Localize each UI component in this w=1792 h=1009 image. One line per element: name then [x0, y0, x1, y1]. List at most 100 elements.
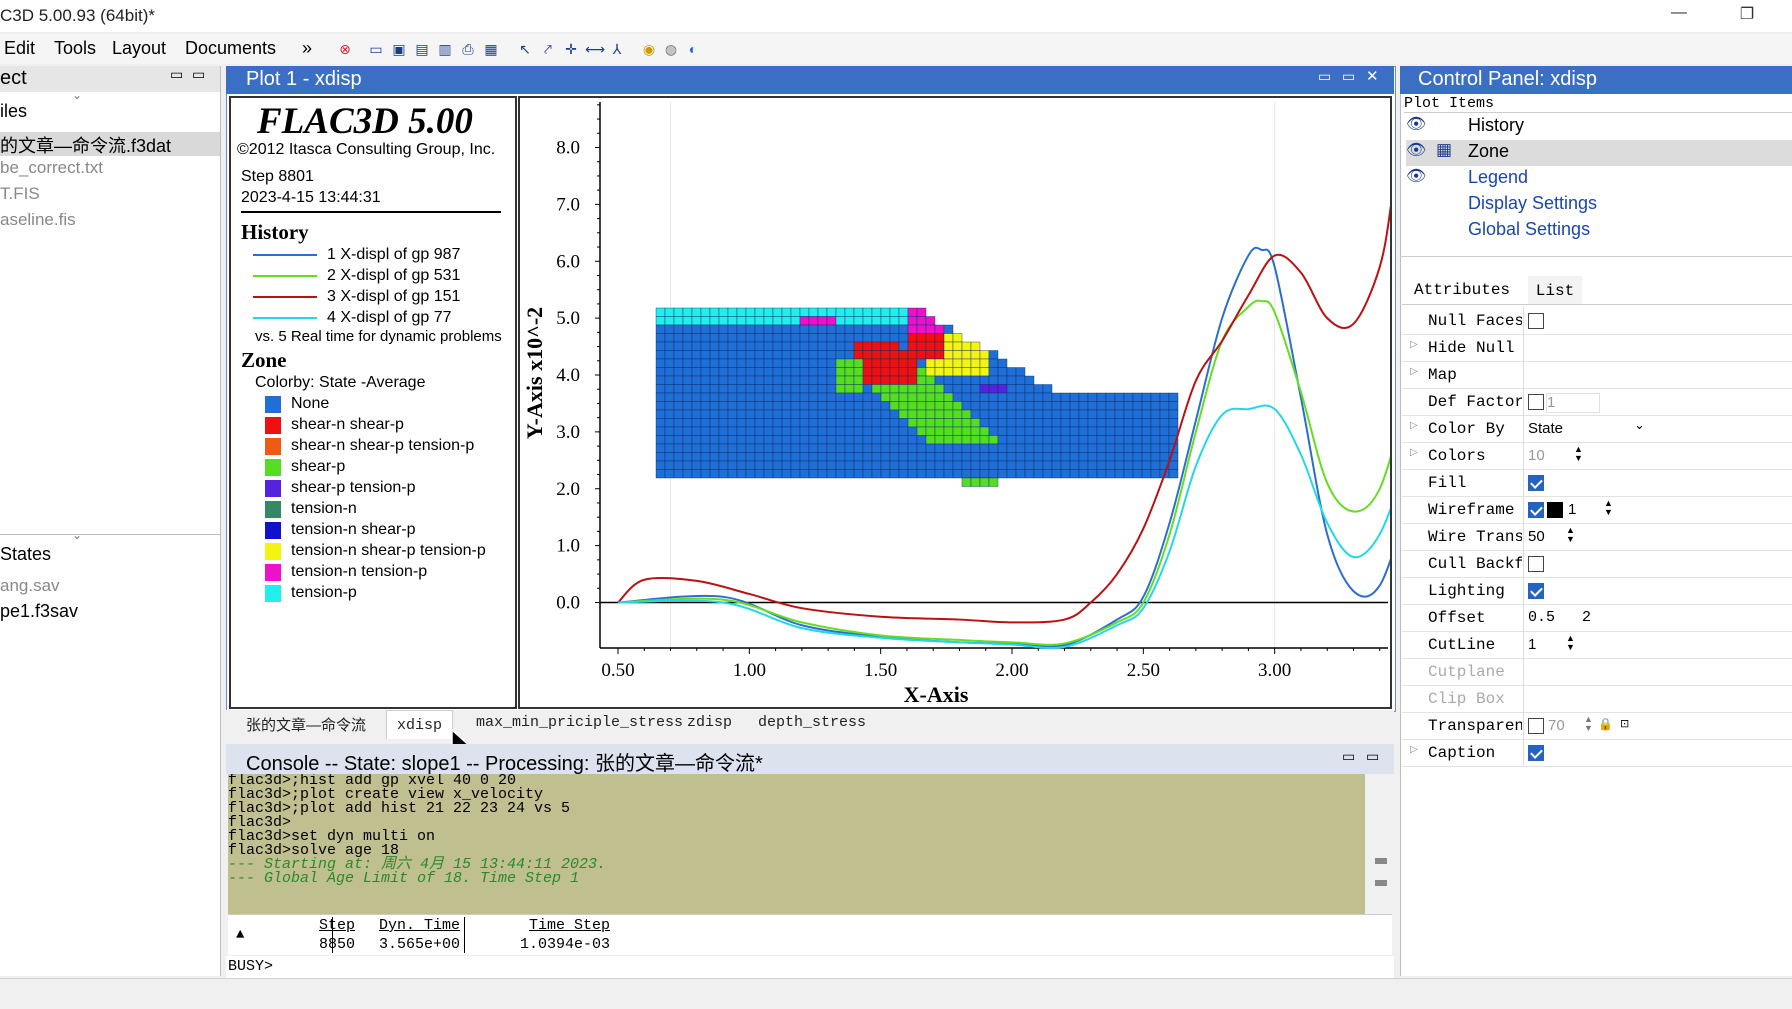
attr-checkbox[interactable] — [1528, 502, 1544, 518]
collapse-chevron-icon[interactable]: ⌄ — [72, 528, 82, 542]
eye-icon[interactable]: 👁 — [1406, 114, 1426, 134]
plot-item-zone[interactable]: 👁 ▦ Zone — [1406, 140, 1792, 166]
tab-script[interactable]: 张的文章—命令流 — [246, 714, 366, 735]
menu-overflow[interactable]: » — [302, 38, 312, 59]
attr-checkbox[interactable] — [1528, 394, 1544, 410]
menu-documents[interactable]: Documents — [185, 38, 276, 59]
minimize-icon[interactable]: ▭ — [170, 66, 183, 83]
minimize-button[interactable]: — — [1664, 4, 1694, 26]
axes-icon[interactable]: ⅄ — [608, 40, 626, 58]
menu-tools[interactable]: Tools — [54, 38, 96, 59]
attr-value[interactable]: 1 — [1546, 393, 1600, 413]
attr-value[interactable]: 70 — [1548, 717, 1565, 734]
tab-stress[interactable]: max_min_priciple_stress — [476, 714, 683, 731]
file-item[interactable]: aseline.fis — [0, 210, 76, 230]
row-divider — [1402, 388, 1792, 389]
collapse-up-icon[interactable]: ▲ — [236, 927, 244, 943]
menu-layout[interactable]: Layout — [112, 38, 166, 59]
menu-edit[interactable]: Edit — [4, 38, 35, 59]
print-icon[interactable]: ⎙ — [459, 40, 477, 58]
collapse-chevron-icon[interactable]: ⌄ — [72, 88, 82, 102]
minimize-icon[interactable]: ▭ — [1342, 748, 1355, 765]
plot-item-history[interactable]: 👁 History — [1406, 114, 1792, 140]
tab-list[interactable]: List — [1528, 276, 1582, 304]
tab-attributes[interactable]: Attributes — [1414, 281, 1510, 299]
light-icon[interactable]: ◉ — [640, 40, 658, 58]
command-prompt[interactable]: BUSY> — [226, 956, 1394, 978]
state-item[interactable]: pe1.f3sav — [0, 601, 78, 622]
attr-checkbox[interactable] — [1528, 583, 1544, 599]
plot-item-legend[interactable]: 👁 Legend — [1406, 166, 1792, 192]
attr-checkbox[interactable] — [1528, 556, 1544, 572]
attr-checkbox[interactable] — [1528, 718, 1544, 734]
zone-cell — [718, 341, 729, 351]
wire-color-swatch[interactable] — [1547, 502, 1563, 518]
row-divider — [1402, 550, 1792, 551]
maximize-icon[interactable]: ▭ — [1342, 68, 1355, 85]
pick-icon[interactable]: ⤤ — [539, 40, 557, 58]
console-scrollbar[interactable] — [1365, 774, 1392, 914]
close-icon[interactable]: ✕ — [1366, 67, 1379, 85]
layout-2-icon[interactable]: ▣ — [390, 40, 408, 58]
expand-arrow-icon[interactable]: ▷ — [1410, 366, 1418, 377]
maximize-icon[interactable]: ▭ — [1366, 748, 1379, 765]
move-icon[interactable]: ✛ — [562, 40, 580, 58]
attr-checkbox[interactable] — [1528, 745, 1544, 761]
file-item-selected[interactable]: 的文章—命令流.f3dat — [0, 132, 220, 156]
row-divider — [1402, 577, 1792, 578]
attr-value[interactable]: 10 — [1528, 447, 1545, 464]
attr-value[interactable]: 1 — [1528, 636, 1536, 653]
zone-cell — [988, 358, 999, 368]
layout-1-icon[interactable]: ▭ — [367, 40, 385, 58]
attr-value[interactable]: 1 — [1568, 501, 1576, 518]
zone-cell — [1051, 443, 1062, 453]
eye-icon[interactable]: 👁 — [1406, 166, 1426, 186]
expand-arrow-icon[interactable]: ▷ — [1410, 447, 1418, 458]
plot-item-display-settings[interactable]: Display Settings — [1406, 192, 1792, 218]
legend-color-swatch — [265, 522, 281, 539]
layout-4-icon[interactable]: ▥ — [436, 40, 454, 58]
tab-xdisp[interactable]: xdisp — [386, 710, 454, 739]
tab-depth-stress[interactable]: depth_stress — [758, 714, 866, 731]
attr-value[interactable]: 50 — [1528, 528, 1545, 545]
tab-zdisp[interactable]: zdisp — [687, 714, 732, 731]
state-item[interactable]: ang.sav — [0, 576, 60, 596]
chevron-down-icon[interactable]: ⌄ — [1634, 417, 1645, 433]
console-output[interactable]: flac3d>;hist add gp xvel 40 0 20 flac3d>;… — [228, 774, 1365, 914]
spin-arrows-icon[interactable]: ▲ ▼ — [1566, 634, 1575, 652]
spin-arrows-icon[interactable]: ▲ ▼ — [1566, 526, 1575, 544]
attr-checkbox[interactable] — [1528, 475, 1544, 491]
spin-arrows-icon[interactable]: ▲ ▼ — [1574, 445, 1583, 463]
ruler-icon[interactable]: ⟷ — [585, 40, 605, 58]
restore-button[interactable]: ❐ — [1732, 4, 1762, 26]
zone-cell — [799, 384, 810, 394]
zone-cell — [925, 418, 936, 428]
expand-arrow-icon[interactable]: ▷ — [1410, 420, 1418, 431]
settings-icon[interactable]: ◍ — [662, 40, 680, 58]
plot-item-global-settings[interactable]: Global Settings — [1406, 218, 1792, 244]
spin-arrows-icon[interactable]: ▲ ▼ — [1584, 715, 1593, 733]
attr-select-value[interactable]: State — [1528, 420, 1563, 437]
save-image-icon[interactable]: ▦ — [482, 40, 500, 58]
zone-cell — [745, 307, 756, 317]
zone-cell — [754, 452, 765, 462]
eye-icon[interactable]: 👁 — [1406, 140, 1426, 160]
attr-value[interactable]: 0.5 2 — [1528, 609, 1591, 626]
help-icon[interactable]: ◐ — [684, 40, 702, 58]
file-item[interactable]: T.FIS — [0, 184, 40, 204]
spin-arrows-icon[interactable]: ▲ ▼ — [1604, 499, 1613, 517]
zone-cell — [655, 375, 666, 385]
plot-title: Plot 1 - xdisp — [246, 68, 362, 90]
expand-arrow-icon[interactable]: ▷ — [1410, 339, 1418, 350]
expand-arrow-icon[interactable]: ▷ — [1410, 744, 1418, 755]
layout-3-icon[interactable]: ▤ — [413, 40, 431, 58]
stop-icon[interactable]: ⊗ — [336, 40, 354, 58]
attr-checkbox[interactable] — [1528, 313, 1544, 329]
maximize-icon[interactable]: ▭ — [192, 66, 205, 83]
lock-icon[interactable]: 🔒 — [1598, 717, 1613, 731]
file-item[interactable]: be_correct.txt — [0, 158, 103, 178]
pointer-icon[interactable]: ↖ — [516, 40, 534, 58]
zone-cell — [862, 418, 873, 428]
options-icon[interactable]: ⊡ — [1620, 717, 1629, 730]
minimize-icon[interactable]: ▭ — [1318, 68, 1331, 85]
